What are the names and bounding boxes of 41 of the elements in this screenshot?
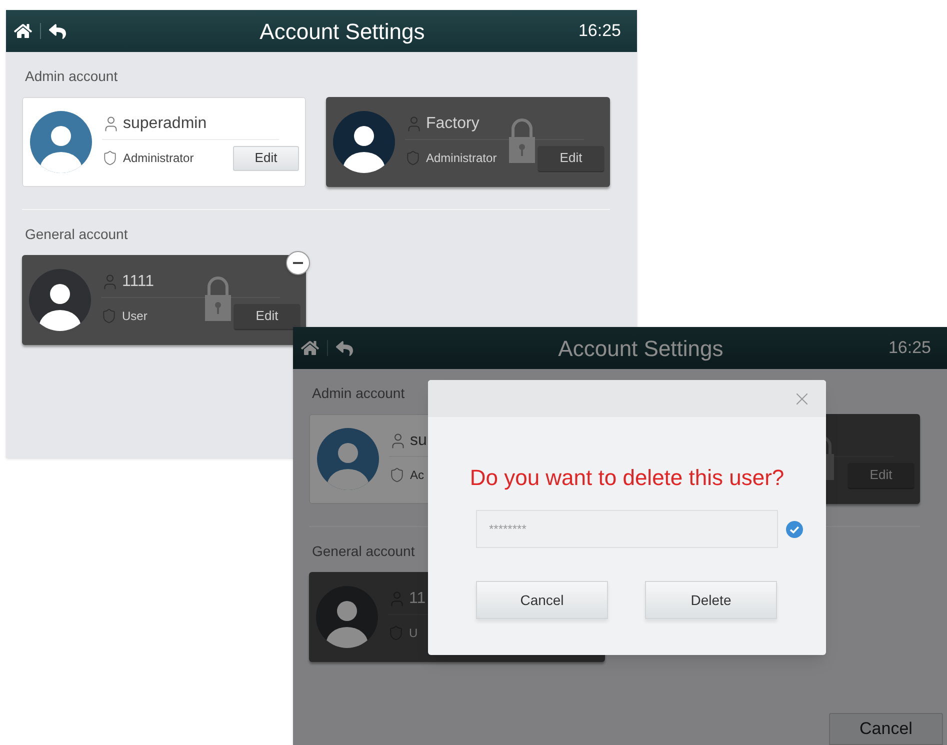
- screen-title: Account Settings: [557, 334, 724, 363]
- avatar-icon: [333, 111, 395, 173]
- avatar-icon: [29, 269, 91, 331]
- account-role: Ac: [410, 467, 424, 484]
- home-icon[interactable]: [301, 339, 319, 357]
- remove-button[interactable]: [286, 251, 310, 275]
- shield-icon: [102, 150, 118, 166]
- screen-title: Account Settings: [258, 18, 425, 46]
- edit-button[interactable]: Edit: [233, 146, 299, 170]
- account-role: Administrator: [426, 150, 497, 167]
- avatar-icon: [30, 111, 92, 173]
- dialog-button[interactable]: Cancel: [476, 581, 608, 619]
- clock-time: 16:25: [888, 337, 932, 360]
- section-heading: Admin account: [25, 67, 118, 86]
- home-icon[interactable]: [14, 22, 32, 40]
- account-card[interactable]: Factory Administrator Edit: [326, 97, 610, 187]
- account-name: su: [410, 430, 427, 450]
- account-name: 1111: [122, 272, 154, 292]
- back-icon[interactable]: [49, 22, 66, 40]
- section-heading: General account: [312, 542, 415, 561]
- avatar-icon: [316, 586, 378, 648]
- section-heading: General account: [25, 225, 128, 244]
- account-name: superadmin: [123, 114, 207, 134]
- account-name: 11: [409, 588, 426, 608]
- shield-icon: [101, 308, 117, 324]
- avatar-icon: [317, 428, 379, 490]
- account-role: User: [122, 308, 148, 325]
- shield-icon: [389, 467, 405, 483]
- dialog-button[interactable]: Delete: [645, 581, 777, 619]
- account-card[interactable]: superadmin Administrator Edit: [22, 97, 306, 187]
- back-icon[interactable]: [336, 340, 353, 356]
- clock-time: 16:25: [578, 20, 622, 42]
- edit-button[interactable]: Edit: [234, 304, 300, 328]
- account-role: Administrator: [123, 150, 194, 167]
- shield-icon: [405, 150, 421, 166]
- section-heading: Admin account: [312, 384, 405, 403]
- account-role: U: [409, 625, 418, 642]
- edit-button[interactable]: Edit: [538, 146, 604, 170]
- account-name: Factory: [426, 114, 480, 134]
- dialog-question: Do you want to delete this user?: [468, 464, 786, 492]
- cancel-button[interactable]: Cancel: [829, 713, 943, 745]
